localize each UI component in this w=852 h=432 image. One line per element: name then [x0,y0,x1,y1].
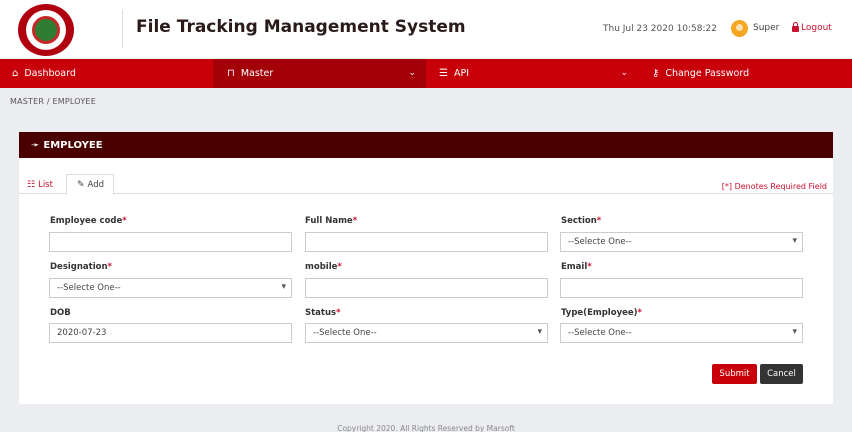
nav-item-change-password[interactable]: ⚷ Change Password [638,59,852,88]
nav-item-label: Master [240,68,274,79]
app-title: File Tracking Management System [136,17,466,37]
full-name-input[interactable] [305,232,548,252]
edit-icon: ✎ [77,179,85,190]
home-icon: ⌂ [12,68,19,79]
logout-label: Logout [801,23,832,33]
employee-code-input[interactable] [49,232,292,252]
type-employee-select[interactable]: --Selecte One-- [560,323,803,343]
nav-item-label: Dashboard [24,68,76,79]
plane-icon: ➛ [31,139,40,151]
header-divider [122,10,123,48]
status-select-value: --Selecte One-- [313,328,377,338]
dob-input[interactable]: 2020-07-23 [49,323,292,343]
nav-item-label: API [453,68,469,79]
status-select[interactable]: --Selecte One-- [305,323,548,343]
nav-item-dashboard[interactable]: ⌂ Dashboard [0,59,213,88]
main-nav: ⌂ Dashboard ⊓ Master ⌄ ☰ API ⌄ ⚷ Change … [0,59,852,88]
footer-copyright: Copyright 2020. All Rights Reserved by M… [337,424,515,432]
key-icon: ⚷ [652,68,660,79]
designation-label: Designation* [50,262,112,272]
section-select-value: --Selecte One-- [568,237,632,247]
lock-icon: ⊓ [227,68,235,79]
current-datetime: Thu Jul 23 2020 10:58:22 [603,24,717,34]
tab-list-label: List [38,179,53,190]
breadcrumb: MASTER / EMPLOYEE [10,97,96,106]
dob-label: DOB [50,308,71,318]
cancel-button[interactable]: Cancel [760,364,803,384]
designation-select[interactable]: --Selecte One-- [49,278,292,298]
status-label: Status* [305,308,341,318]
designation-select-value: --Selecte One-- [57,283,121,293]
card-header: ➛ EMPLOYEE [19,132,833,158]
user-name[interactable]: Super [753,23,779,33]
chevron-down-icon: ⌄ [408,68,416,78]
lock-icon [792,22,799,32]
section-label: Section* [561,216,602,226]
nav-item-api[interactable]: ☰ API ⌄ [426,59,638,88]
tab-bar: ☷ List ✎ Add [19,174,833,195]
tab-list[interactable]: ☷ List [27,174,53,195]
tab-add[interactable]: ✎ Add [66,174,114,195]
chevron-down-icon: ⌄ [620,68,628,78]
list-icon: ☷ [27,179,36,190]
employee-code-label: Employee code* [50,216,127,226]
nav-item-label: Change Password [665,68,750,79]
mobile-input[interactable] [305,278,548,298]
logout-link[interactable]: Logout [792,22,832,33]
tab-add-label: Add [87,179,105,190]
section-select[interactable]: --Selecte One-- [560,232,803,252]
type-employee-label: Type(Employee)* [561,308,642,318]
email-label: Email* [561,262,592,272]
mobile-label: mobile* [305,262,342,272]
submit-button[interactable]: Submit [712,364,757,384]
email-input[interactable] [560,278,803,298]
card-title: EMPLOYEE [43,139,103,151]
server-icon: ☰ [439,68,448,79]
required-note: [*] Denotes Required Field [721,182,827,191]
type-employee-select-value: --Selecte One-- [568,328,632,338]
employee-card: ➛ EMPLOYEE ☷ List ✎ Add [*] Denotes Requ… [19,132,833,404]
full-name-label: Full Name* [305,216,358,226]
organization-logo [18,4,74,56]
top-header: File Tracking Management System Thu Jul … [0,0,852,58]
nav-item-master[interactable]: ⊓ Master ⌄ [213,59,426,88]
user-avatar-icon[interactable] [731,20,748,37]
